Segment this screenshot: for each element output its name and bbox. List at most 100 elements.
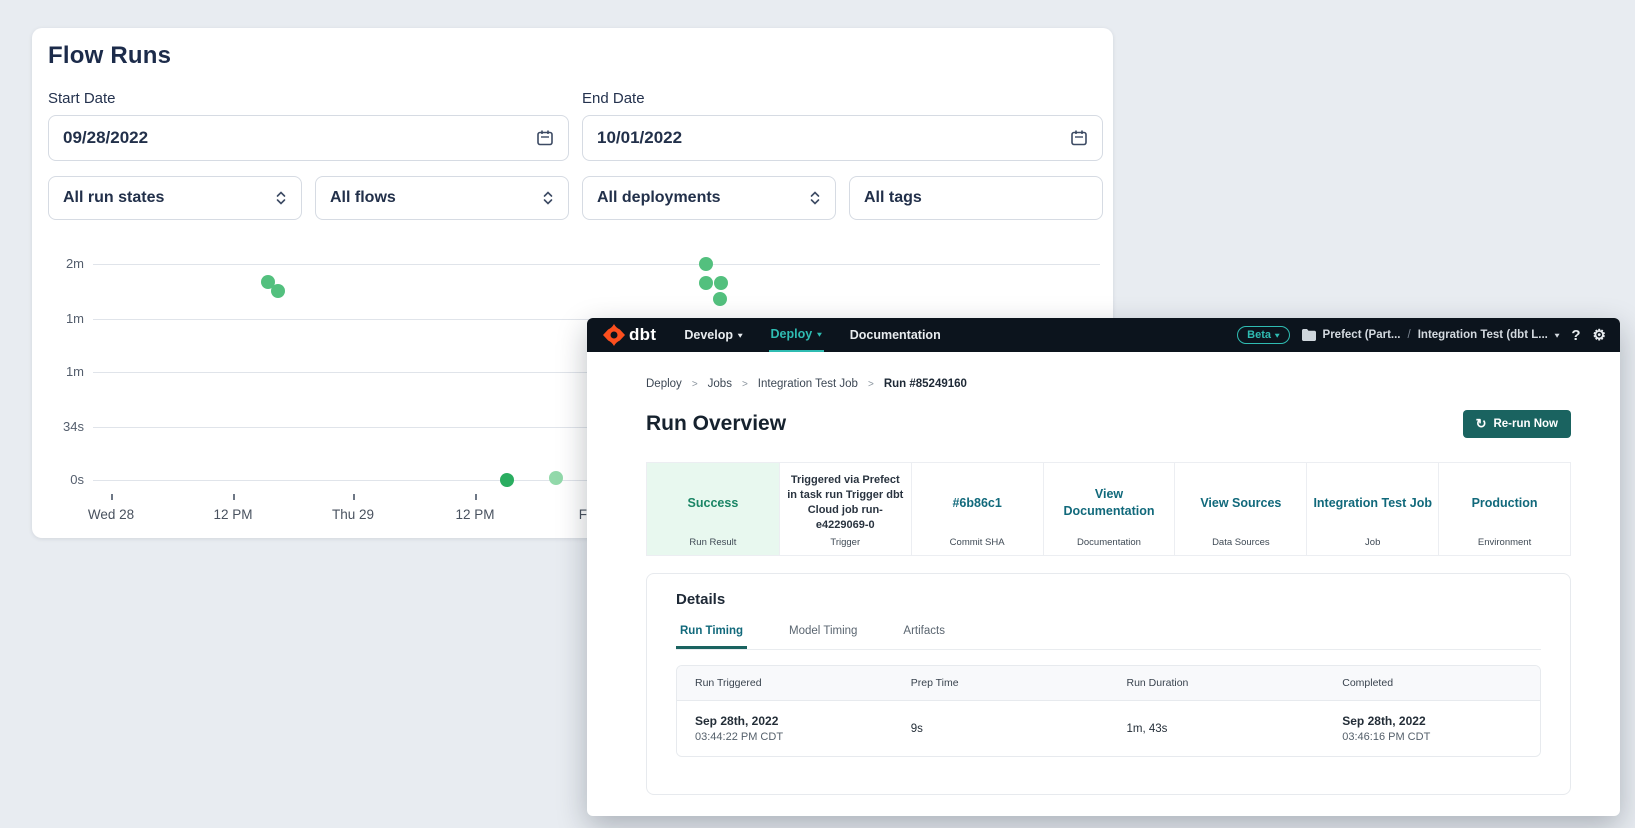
commit-sha-link[interactable]: #6b86c1: [952, 469, 1001, 537]
dbt-logo[interactable]: dbt: [603, 324, 656, 346]
beta-dropdown[interactable]: Beta▾: [1237, 326, 1289, 344]
help-icon[interactable]: ?: [1571, 327, 1580, 344]
flows-select-label: All flows: [330, 189, 542, 207]
chevron-down-icon: ▾: [738, 321, 743, 348]
deployments-select-label: All deployments: [597, 189, 809, 207]
tags-select[interactable]: All tags: [849, 176, 1103, 220]
folder-icon: [1302, 329, 1316, 341]
breadcrumb-separator: >: [692, 379, 698, 390]
tab-artifacts[interactable]: Artifacts: [899, 625, 949, 649]
run-triggered-time: 03:44:22 PM CDT: [695, 731, 893, 743]
table-header-row: Run Triggered Prep Time Run Duration Com…: [677, 666, 1540, 701]
breadcrumb-separator: >: [868, 379, 874, 390]
y-axis-label: 34s: [32, 419, 84, 434]
x-axis-tick: [475, 494, 477, 500]
card-environment: Production Environment: [1438, 463, 1570, 555]
flow-run-data-point[interactable]: [500, 473, 514, 487]
tab-run-timing[interactable]: Run Timing: [676, 625, 747, 649]
dbt-logo-icon: [603, 324, 625, 346]
run-timing-table: Run Triggered Prep Time Run Duration Com…: [676, 665, 1541, 757]
x-axis-label: 12 PM: [430, 507, 520, 522]
flows-select[interactable]: All flows: [315, 176, 569, 220]
view-documentation-link[interactable]: View Documentation: [1050, 469, 1169, 537]
x-axis-label: Thu 29: [308, 507, 398, 522]
x-axis-label: Wed 28: [66, 507, 156, 522]
date-filter-row: Start Date 09/28/2022 End Date 10/01/202…: [48, 90, 1103, 161]
tags-select-label: All tags: [864, 189, 1088, 207]
details-tabs: Run Timing Model Timing Artifacts: [676, 625, 1541, 650]
breadcrumb-jobs[interactable]: Jobs: [708, 378, 732, 390]
calendar-icon[interactable]: [536, 129, 554, 147]
nav-item-documentation[interactable]: Documentation: [848, 318, 943, 352]
flow-run-data-point[interactable]: [714, 276, 728, 290]
tab-model-timing[interactable]: Model Timing: [785, 625, 861, 649]
run-duration-value: 1m, 43s: [1127, 723, 1325, 735]
y-axis-label: 1m: [32, 311, 84, 326]
card-commit-sha: #6b86c1 Commit SHA: [911, 463, 1043, 555]
chevron-down-icon: ▾: [817, 321, 822, 347]
flow-run-data-point[interactable]: [271, 284, 285, 298]
job-link[interactable]: Integration Test Job: [1313, 469, 1432, 537]
breadcrumb-deploy[interactable]: Deploy: [646, 378, 682, 390]
start-date-value: 09/28/2022: [63, 128, 536, 148]
details-title: Details: [676, 591, 1541, 608]
start-date-input[interactable]: 09/28/2022: [48, 115, 569, 161]
rerun-now-button[interactable]: ↻ Re-run Now: [1463, 410, 1571, 438]
completed-time: 03:46:16 PM CDT: [1342, 731, 1540, 743]
flow-runs-title: Flow Runs: [48, 42, 171, 70]
start-date-label: Start Date: [48, 90, 569, 107]
chevron-down-icon: ▾: [1275, 331, 1280, 340]
y-axis-label: 0s: [32, 472, 84, 487]
status-badge: Success: [688, 469, 739, 537]
nav-right-group: Beta▾ Prefect (Part... / Integration Tes…: [1237, 326, 1606, 344]
flow-run-data-point[interactable]: [699, 257, 713, 271]
completed-date: Sep 28th, 2022: [1342, 714, 1540, 728]
gridline: [93, 264, 1100, 265]
flow-run-data-point[interactable]: [713, 292, 727, 306]
flow-run-data-point[interactable]: [549, 471, 563, 485]
end-date-input[interactable]: 10/01/2022: [582, 115, 1103, 161]
run-summary-cards: Success Run Result Triggered via Prefect…: [646, 462, 1571, 556]
environment-name: Integration Test (dbt L...: [1418, 329, 1548, 341]
table-row: Sep 28th, 2022 03:44:22 PM CDT 9s 1m, 43…: [677, 701, 1540, 756]
x-axis-tick: [353, 494, 355, 500]
breadcrumb-separator: >: [742, 379, 748, 390]
project-name: Prefect (Part...: [1323, 329, 1401, 341]
run-states-select[interactable]: All run states: [48, 176, 302, 220]
end-date-value: 10/01/2022: [597, 128, 1070, 148]
card-documentation: View Documentation Documentation: [1043, 463, 1175, 555]
dbt-cloud-window: dbt Develop▾ Deploy▾ Documentation Beta▾…: [587, 318, 1620, 816]
flow-run-data-point[interactable]: [699, 276, 713, 290]
environment-link[interactable]: Production: [1472, 469, 1538, 537]
card-run-result: Success Run Result: [647, 463, 779, 555]
breadcrumb: Deploy > Jobs > Integration Test Job > R…: [646, 378, 1571, 390]
nav-item-deploy[interactable]: Deploy▾: [769, 318, 824, 352]
select-updown-icon: [275, 190, 287, 206]
x-axis-label: 12 PM: [188, 507, 278, 522]
card-trigger: Triggered via Prefect in task run Trigge…: [779, 463, 911, 555]
page-title: Run Overview: [646, 412, 786, 436]
deployments-select[interactable]: All deployments: [582, 176, 836, 220]
y-axis-label: 2m: [32, 256, 84, 271]
select-updown-icon: [809, 190, 821, 206]
dbt-logo-text: dbt: [629, 325, 656, 345]
details-panel: Details Run Timing Model Timing Artifact…: [646, 573, 1571, 795]
dbt-top-nav: dbt Develop▾ Deploy▾ Documentation Beta▾…: [587, 318, 1620, 352]
settings-gear-icon[interactable]: ⚙: [1593, 326, 1606, 344]
calendar-icon[interactable]: [1070, 129, 1088, 147]
view-sources-link[interactable]: View Sources: [1200, 469, 1281, 537]
select-updown-icon: [542, 190, 554, 206]
run-triggered-date: Sep 28th, 2022: [695, 714, 893, 728]
nav-item-develop[interactable]: Develop▾: [682, 318, 744, 352]
x-axis-tick: [111, 494, 113, 500]
breadcrumb-job-name[interactable]: Integration Test Job: [758, 378, 858, 390]
prep-time-value: 9s: [911, 723, 1109, 735]
project-switcher[interactable]: Prefect (Part... / Integration Test (dbt…: [1302, 329, 1560, 341]
x-axis-tick: [233, 494, 235, 500]
refresh-icon: ↻: [1476, 416, 1487, 432]
card-data-sources: View Sources Data Sources: [1174, 463, 1306, 555]
run-states-select-label: All run states: [63, 189, 275, 207]
filter-selects-row: All run states All flows All deployments…: [48, 176, 1103, 220]
dbt-content: Deploy > Jobs > Integration Test Job > R…: [587, 352, 1620, 795]
card-job: Integration Test Job Job: [1306, 463, 1438, 555]
